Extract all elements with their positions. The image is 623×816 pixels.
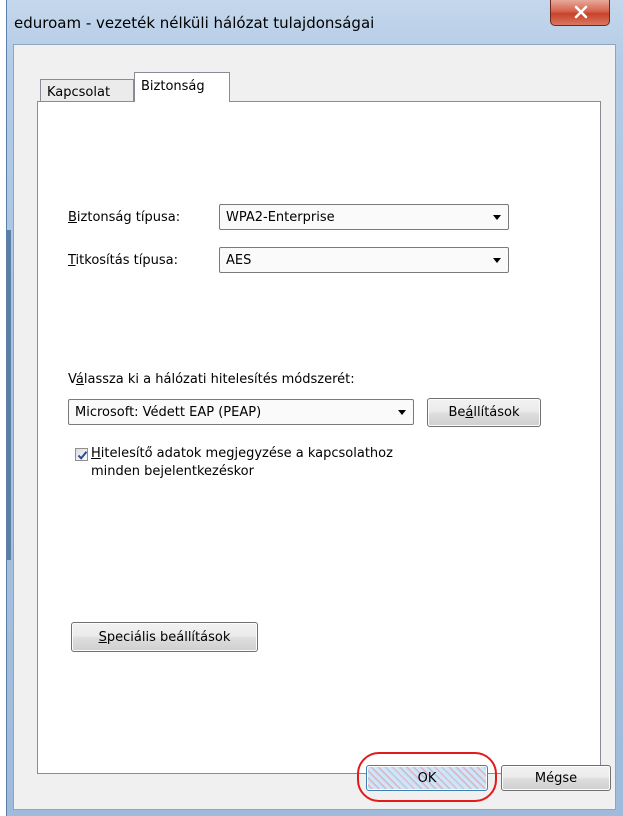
encryption-type-dropdown[interactable]: AES [219, 247, 509, 273]
checkmark-icon [77, 451, 88, 460]
auth-method-value: Microsoft: Védett EAP (PEAP) [75, 405, 262, 420]
dialog-window: eduroam - vezeték nélküli hálózat tulajd… [6, 0, 623, 816]
security-tab-panel: Biztonság típusa: WPA2-Enterprise Titkos… [37, 101, 601, 774]
chevron-down-icon [493, 258, 501, 263]
close-button[interactable] [550, 0, 610, 26]
auth-settings-button[interactable]: Beállítások [427, 398, 541, 427]
tab-biztonsag[interactable]: Biztonság [134, 72, 230, 102]
auth-method-label: Válassza ki a hálózati hitelesítés módsz… [68, 372, 355, 387]
remember-credentials-checkbox[interactable] [75, 448, 88, 461]
advanced-settings-button[interactable]: Speciális beállítások [71, 622, 258, 652]
tab-label: Biztonság [141, 79, 205, 94]
chevron-down-icon [493, 215, 501, 220]
remember-credentials-label-line2: minden bejelentkezéskor [91, 464, 254, 479]
dialog-client-area: Kapcsolat Biztonság Biztonság típusa: WP… [13, 44, 616, 810]
close-icon [574, 5, 588, 19]
window-title: eduroam - vezeték nélküli hálózat tulajd… [14, 14, 375, 32]
chevron-down-icon [398, 410, 406, 415]
encryption-type-value: AES [226, 253, 252, 268]
security-type-label: Biztonság típusa: [68, 210, 181, 225]
encryption-type-label: Titkosítás típusa: [68, 253, 178, 268]
title-bar[interactable]: eduroam - vezeték nélküli hálózat tulajd… [7, 0, 623, 34]
frame-edge [7, 230, 11, 560]
tab-kapcsolat[interactable]: Kapcsolat [40, 79, 134, 102]
ok-button[interactable]: OK [366, 765, 488, 791]
security-type-dropdown[interactable]: WPA2-Enterprise [219, 204, 509, 230]
security-type-value: WPA2-Enterprise [226, 210, 335, 225]
remember-credentials-label[interactable]: Hitelesítő adatok megjegyzése a kapcsola… [91, 446, 393, 461]
cancel-button[interactable]: Mégse [501, 765, 611, 791]
tab-label: Kapcsolat [47, 85, 111, 100]
auth-method-dropdown[interactable]: Microsoft: Védett EAP (PEAP) [68, 399, 414, 425]
